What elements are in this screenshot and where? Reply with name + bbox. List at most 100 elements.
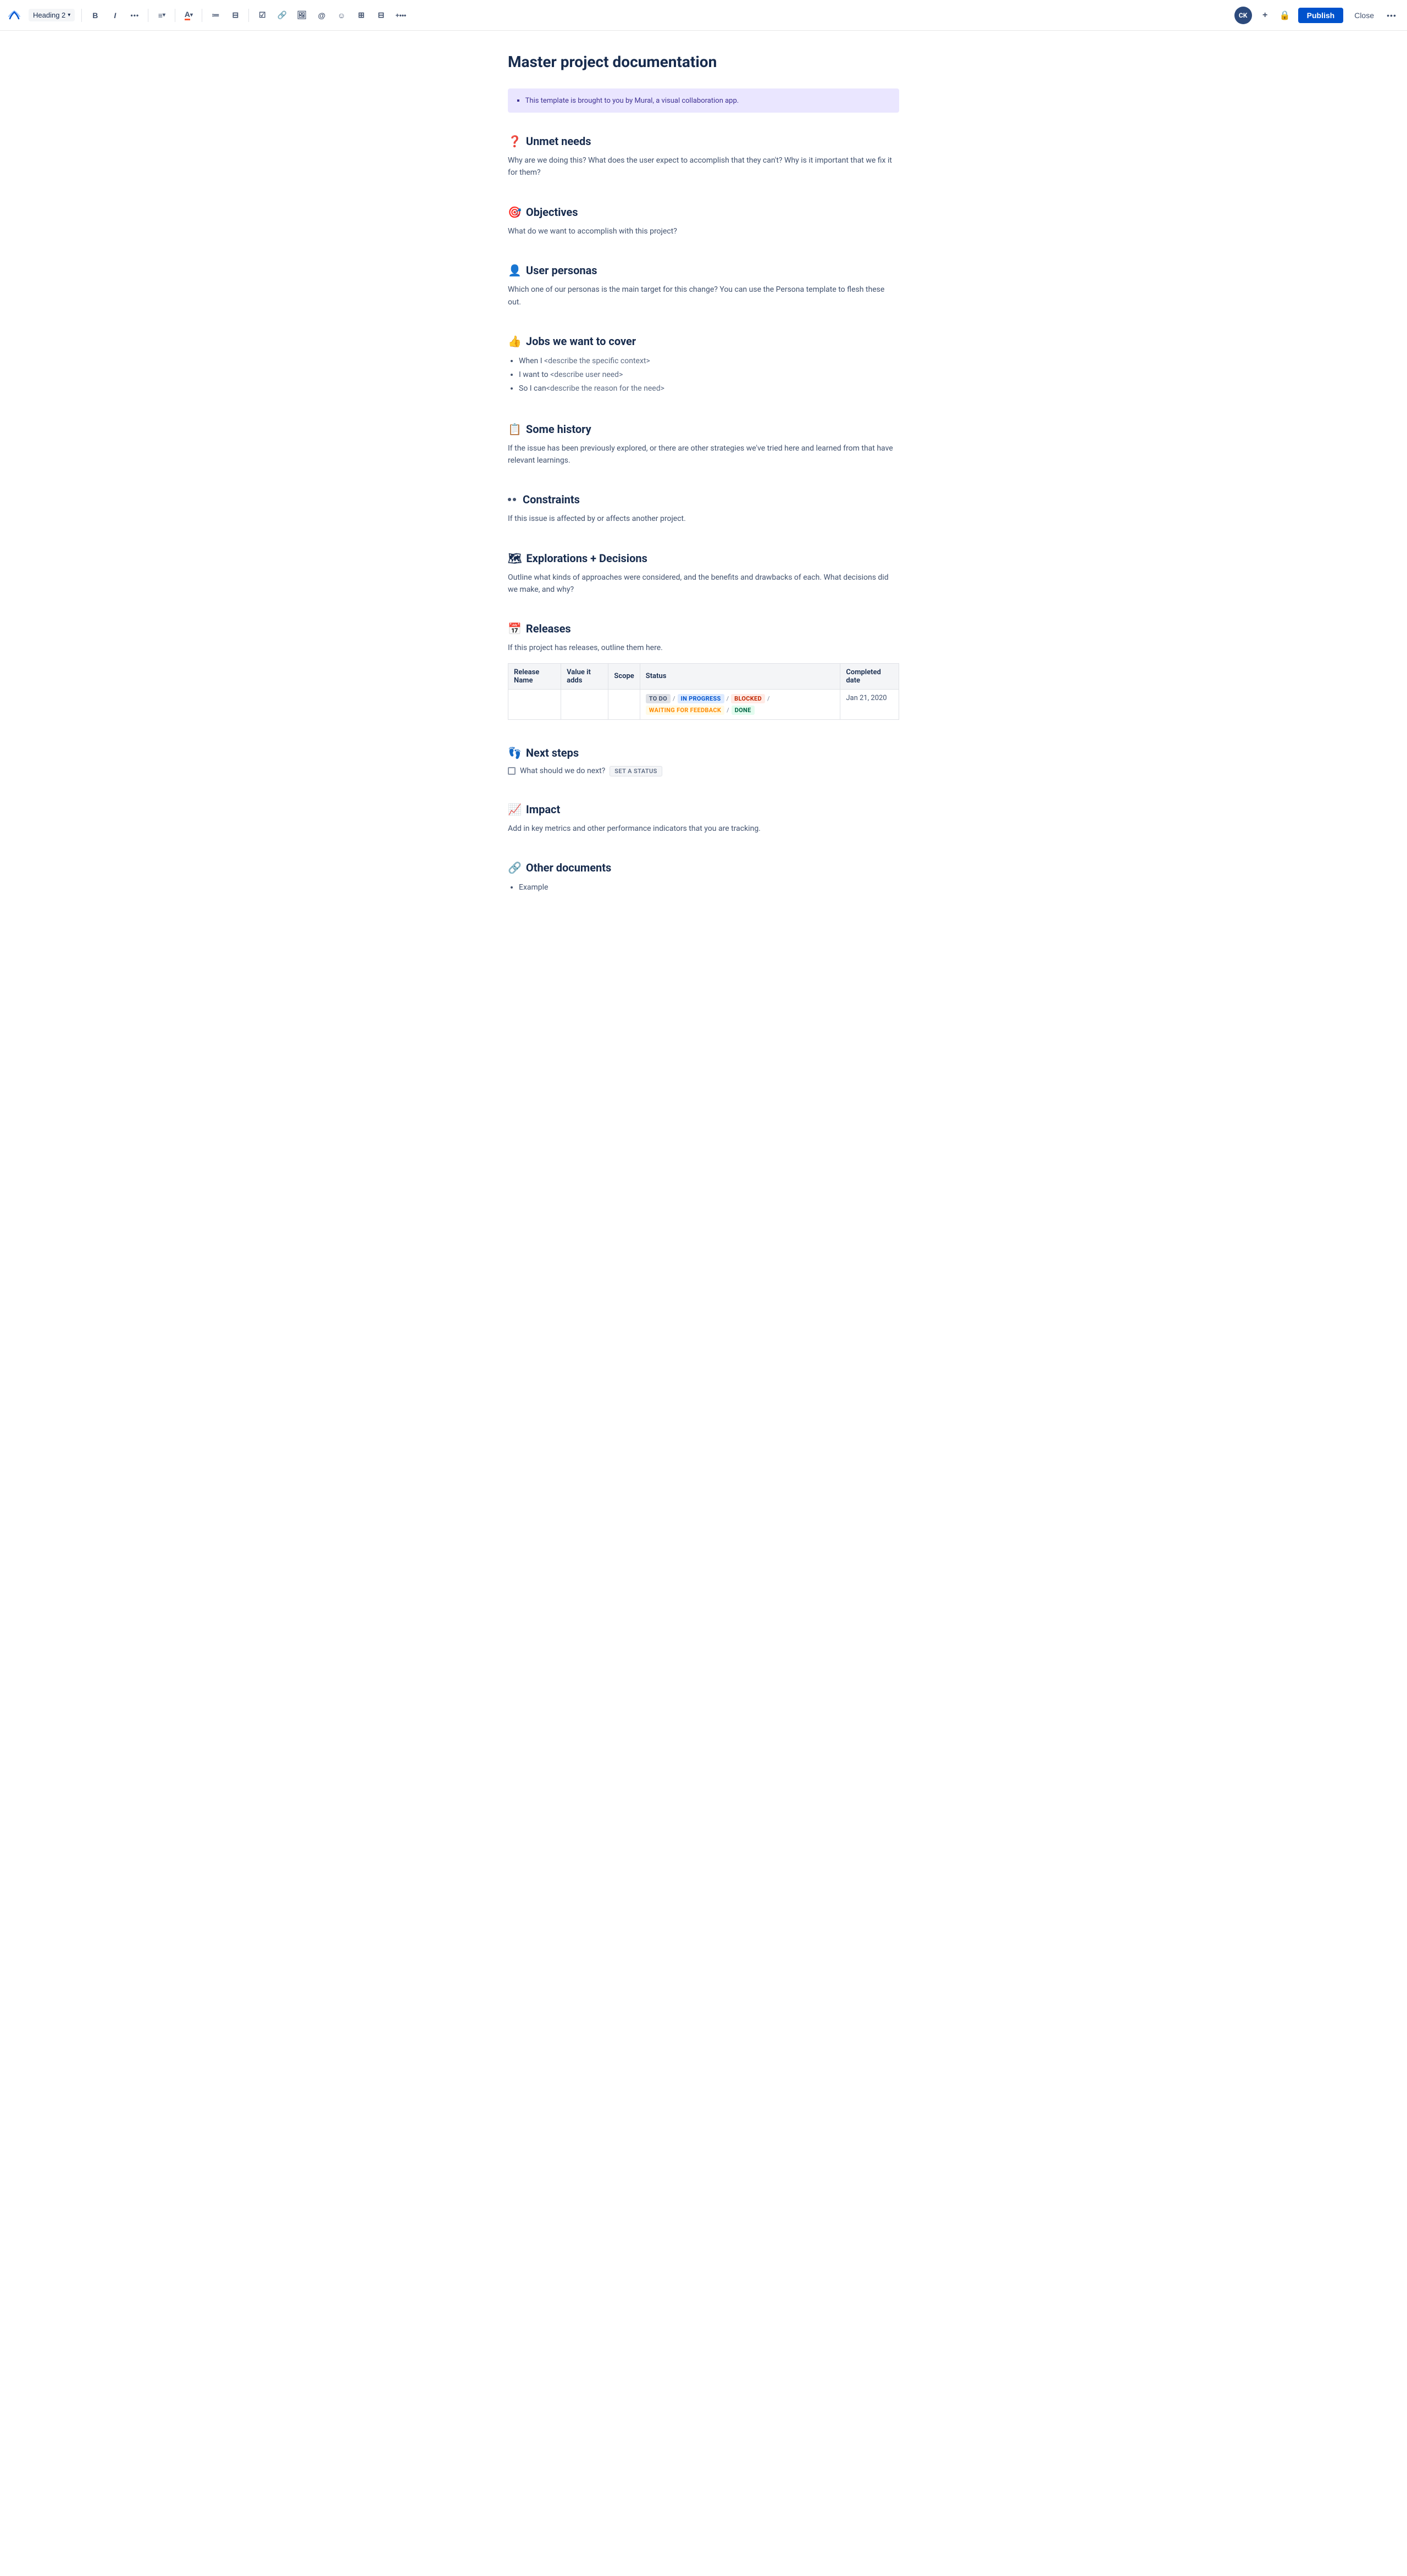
close-button[interactable]: Close [1348, 8, 1381, 23]
text-color-button[interactable]: A ▾ [180, 7, 197, 24]
link-button[interactable]: 🔗 [273, 7, 291, 24]
col-release-name: Release Name [508, 663, 561, 689]
badge-done[interactable]: DONE [732, 706, 755, 715]
section-constraints: Constraints If this issue is affected by… [508, 493, 899, 525]
image-icon: 🖼 [297, 10, 307, 20]
jobs-placeholder-3: <describe the reason for the need> [546, 384, 664, 393]
set-status-button[interactable]: SET A STATUS [610, 766, 662, 776]
some-history-text[interactable]: If the issue has been previously explore… [508, 442, 899, 467]
constraints-text[interactable]: If this issue is affected by or affects … [508, 513, 899, 525]
unmet-needs-text[interactable]: Why are we doing this? What does the use… [508, 154, 899, 179]
toolbar-divider-5 [248, 9, 249, 22]
section-heading-other-documents: 🔗 Other documents [508, 861, 899, 874]
badge-todo[interactable]: TO DO [646, 694, 671, 703]
section-impact: 📈 Impact Add in key metrics and other pe… [508, 803, 899, 835]
section-heading-user-personas: 👤 User personas [508, 264, 899, 277]
align-button[interactable]: ≡ ▾ [153, 7, 170, 24]
some-history-emoji-icon: 📋 [508, 423, 522, 436]
link-icon: 🔗 [278, 10, 287, 20]
mural-icon: ▪ [517, 95, 520, 106]
jobs-emoji-icon: 👍 [508, 335, 522, 348]
section-heading-impact: 📈 Impact [508, 803, 899, 816]
section-heading-jobs: 👍 Jobs we want to cover [508, 335, 899, 348]
cell-status[interactable]: TO DO / IN PROGRESS / BLOCKED / WAITING … [640, 689, 840, 719]
other-doc-item-1[interactable]: Example [519, 883, 548, 892]
cell-value-adds[interactable] [561, 689, 608, 719]
avatar[interactable]: CK [1234, 7, 1252, 24]
status-badges: TO DO / IN PROGRESS / BLOCKED / WAITING … [646, 694, 835, 715]
text-color-icon: A [185, 10, 190, 20]
numbered-list-button[interactable]: ⊟ [226, 7, 244, 24]
list-item[interactable]: Example [519, 881, 899, 895]
toolbar: Heading 2 ▾ B I ••• ≡ ▾ A ▾ ≔ ⊟ ☑ 🔗 🖼 @ … [0, 0, 1407, 31]
jobs-bullet-2: I want to [519, 370, 550, 379]
list-item[interactable]: When I <describe the specific context> [519, 354, 899, 368]
releases-table: Release Name Value it adds Scope Status … [508, 663, 899, 720]
section-releases: 📅 Releases If this project has releases,… [508, 622, 899, 719]
list-item[interactable]: So I can<describe the reason for the nee… [519, 382, 899, 396]
explorations-emoji-icon: 🗺 [508, 552, 522, 565]
cell-release-name[interactable] [508, 689, 561, 719]
publish-button[interactable]: Publish [1298, 8, 1344, 23]
insert-more-button[interactable]: +••• [392, 7, 409, 24]
jobs-placeholder-1: <describe the specific context> [544, 357, 650, 365]
user-personas-emoji-icon: 👤 [508, 264, 522, 277]
section-heading-some-history: 📋 Some history [508, 423, 899, 436]
jobs-bullet-1: When I [519, 357, 544, 365]
confluence-logo-icon[interactable] [7, 8, 22, 23]
image-button[interactable]: 🖼 [293, 7, 311, 24]
badge-waiting[interactable]: WAITING FOR FEEDBACK [646, 706, 724, 715]
heading-select-label: Heading 2 [33, 11, 65, 19]
releases-text[interactable]: If this project has releases, outline th… [508, 642, 899, 654]
badge-sep-3: / [767, 695, 770, 702]
next-steps-emoji-icon: 👣 [508, 746, 522, 759]
add-collaborator-button[interactable]: + [1256, 7, 1274, 24]
task-checkbox[interactable] [508, 767, 516, 775]
cell-scope[interactable] [608, 689, 640, 719]
bold-button[interactable]: B [86, 7, 104, 24]
heading-select[interactable]: Heading 2 ▾ [29, 9, 75, 21]
more-format-button[interactable]: ••• [126, 7, 143, 24]
cell-completed-date[interactable]: Jan 21, 2020 [840, 689, 899, 719]
emoji-button[interactable]: ☺ [333, 7, 350, 24]
explorations-text[interactable]: Outline what kinds of approaches were co… [508, 571, 899, 596]
constraints-dots-icon [508, 498, 516, 501]
impact-text[interactable]: Add in key metrics and other performance… [508, 823, 899, 835]
layout-button[interactable]: ⊟ [372, 7, 390, 24]
section-heading-objectives: 🎯 Objectives [508, 206, 899, 219]
section-heading-constraints: Constraints [508, 493, 899, 506]
section-jobs: 👍 Jobs we want to cover When I <describe… [508, 335, 899, 396]
info-banner-text: This template is brought to you by Mural… [525, 97, 739, 105]
col-value-adds: Value it adds [561, 663, 608, 689]
italic-button[interactable]: I [106, 7, 124, 24]
jobs-bullet-3: So I can [519, 384, 546, 393]
col-completed-date: Completed date [840, 663, 899, 689]
numbered-list-icon: ⊟ [232, 10, 239, 20]
mention-button[interactable]: @ [313, 7, 330, 24]
section-explorations: 🗺 Explorations + Decisions Outline what … [508, 552, 899, 596]
text-color-chevron-icon: ▾ [190, 12, 193, 18]
badge-inprogress[interactable]: IN PROGRESS [678, 694, 724, 703]
section-next-steps: 👣 Next steps What should we do next? SET… [508, 746, 899, 776]
jobs-placeholder-2: <describe user need> [550, 370, 623, 379]
lock-button[interactable]: 🔒 [1276, 7, 1294, 24]
table-button[interactable]: ⊞ [352, 7, 370, 24]
user-personas-text[interactable]: Which one of our personas is the main ta… [508, 284, 899, 308]
badge-blocked[interactable]: BLOCKED [731, 694, 765, 703]
section-other-documents: 🔗 Other documents Example [508, 861, 899, 895]
section-heading-unmet-needs: ❓ Unmet needs [508, 135, 899, 148]
page-title[interactable]: Master project documentation [508, 53, 899, 71]
next-steps-task-label[interactable]: What should we do next? [520, 767, 605, 775]
chevron-down-icon: ▾ [68, 12, 70, 18]
bullet-list-button[interactable]: ≔ [207, 7, 224, 24]
more-actions-button[interactable]: ••• [1383, 7, 1400, 24]
section-heading-next-steps: 👣 Next steps [508, 746, 899, 759]
objectives-text[interactable]: What do we want to accomplish with this … [508, 225, 899, 237]
list-item[interactable]: I want to <describe user need> [519, 368, 899, 382]
lock-icon: 🔒 [1279, 10, 1290, 21]
task-button[interactable]: ☑ [253, 7, 271, 24]
more-actions-icon: ••• [1387, 11, 1397, 20]
badge-sep-4: / [727, 707, 729, 714]
section-objectives: 🎯 Objectives What do we want to accompli… [508, 206, 899, 237]
table-icon: ⊞ [358, 10, 364, 20]
